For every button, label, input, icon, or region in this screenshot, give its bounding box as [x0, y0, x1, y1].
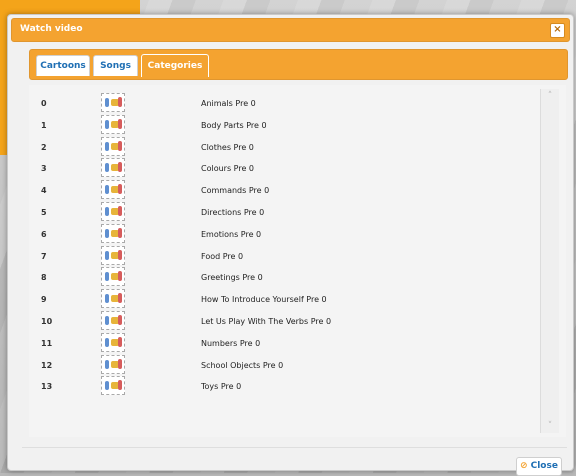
- list-item[interactable]: 9 How To Introduce Yourself Pre 0: [29, 289, 539, 311]
- item-number: 8: [41, 273, 47, 283]
- thumbnail-image: [101, 223, 125, 243]
- item-label[interactable]: How To Introduce Yourself Pre 0: [201, 295, 327, 304]
- item-label[interactable]: School Objects Pre 0: [201, 361, 283, 370]
- item-label[interactable]: Numbers Pre 0: [201, 339, 260, 348]
- list-item[interactable]: 0 Animals Pre 0: [29, 93, 539, 115]
- list-item[interactable]: 6 Emotions Pre 0: [29, 223, 539, 246]
- item-number: 3: [41, 164, 47, 174]
- close-icon[interactable]: ×: [550, 23, 565, 38]
- item-label[interactable]: Colours Pre 0: [201, 164, 254, 173]
- tabs-bar: Cartoons Songs Categories: [29, 49, 568, 80]
- thumbnail-image: [101, 114, 125, 134]
- list-item[interactable]: 8 Greetings Pre 0: [29, 267, 539, 289]
- item-number: 6: [41, 229, 47, 239]
- dialog-titlebar: Watch video ×: [11, 18, 570, 42]
- list-item[interactable]: 11 Numbers Pre 0: [29, 332, 539, 355]
- thumbnail-image: [101, 289, 125, 309]
- list-item[interactable]: 13 Toys Pre 0: [29, 376, 539, 398]
- categories-panel: 0 Animals Pre 0 1 Body Parts Pre 0 2 Clo…: [29, 85, 566, 437]
- tab-cartoons[interactable]: Cartoons: [36, 55, 90, 76]
- thumbnail-image: [101, 245, 125, 265]
- item-label[interactable]: Clothes Pre 0: [201, 143, 254, 152]
- item-number: 9: [41, 295, 47, 305]
- item-label[interactable]: Toys Pre 0: [201, 382, 241, 391]
- item-number: 2: [41, 142, 47, 152]
- close-circle-icon: ⊘: [520, 461, 528, 471]
- thumbnail-image: [101, 158, 125, 178]
- thumbnail-image: [101, 136, 125, 156]
- categories-list: 0 Animals Pre 0 1 Body Parts Pre 0 2 Clo…: [29, 93, 539, 398]
- dialog-title: Watch video: [20, 24, 83, 34]
- item-number: 12: [41, 360, 53, 370]
- thumbnail-image: [101, 93, 125, 112]
- list-item[interactable]: 5 Directions Pre 0: [29, 201, 539, 224]
- item-label[interactable]: Food Pre 0: [201, 252, 243, 261]
- thumbnail-image: [101, 332, 125, 352]
- item-label[interactable]: Greetings Pre 0: [201, 273, 263, 282]
- thumbnail-image: [101, 354, 125, 374]
- tab-songs[interactable]: Songs: [93, 55, 138, 76]
- item-number: 7: [41, 251, 47, 261]
- thumbnail-image: [101, 201, 125, 221]
- list-item[interactable]: 7 Food Pre 0: [29, 245, 539, 268]
- chevron-down-icon[interactable]: ˅: [545, 421, 555, 431]
- item-label[interactable]: Body Parts Pre 0: [201, 121, 267, 130]
- vertical-scrollbar[interactable]: ˄ ˅: [540, 89, 559, 433]
- list-item[interactable]: 4 Commands Pre 0: [29, 180, 539, 202]
- thumbnail-image: [101, 267, 125, 287]
- chevron-up-icon[interactable]: ˄: [545, 91, 555, 101]
- item-label[interactable]: Emotions Pre 0: [201, 230, 261, 239]
- item-number: 0: [41, 99, 47, 108]
- watch-video-dialog: Watch video × Cartoons Songs Categories …: [7, 14, 574, 476]
- item-number: 10: [41, 316, 53, 326]
- list-item[interactable]: 2 Clothes Pre 0: [29, 136, 539, 159]
- thumbnail-image: [101, 310, 125, 330]
- list-item[interactable]: 10 Let Us Play With The Verbs Pre 0: [29, 310, 539, 333]
- item-label[interactable]: Directions Pre 0: [201, 208, 264, 217]
- thumbnail-image: [101, 376, 125, 396]
- tab-categories[interactable]: Categories: [141, 54, 209, 77]
- list-item[interactable]: 3 Colours Pre 0: [29, 158, 539, 180]
- item-number: 13: [41, 382, 53, 392]
- footer-divider: [22, 447, 567, 448]
- item-number: 4: [41, 186, 47, 196]
- item-number: 11: [41, 338, 53, 348]
- item-label[interactable]: Commands Pre 0: [201, 186, 269, 195]
- list-item[interactable]: 1 Body Parts Pre 0: [29, 114, 539, 137]
- close-button-label: Close: [530, 461, 558, 471]
- item-label[interactable]: Let Us Play With The Verbs Pre 0: [201, 317, 331, 326]
- list-item[interactable]: 12 School Objects Pre 0: [29, 354, 539, 377]
- item-label[interactable]: Animals Pre 0: [201, 99, 256, 108]
- item-number: 5: [41, 207, 47, 217]
- item-number: 1: [41, 120, 47, 130]
- close-button[interactable]: ⊘ Close: [516, 457, 562, 476]
- thumbnail-image: [101, 180, 125, 200]
